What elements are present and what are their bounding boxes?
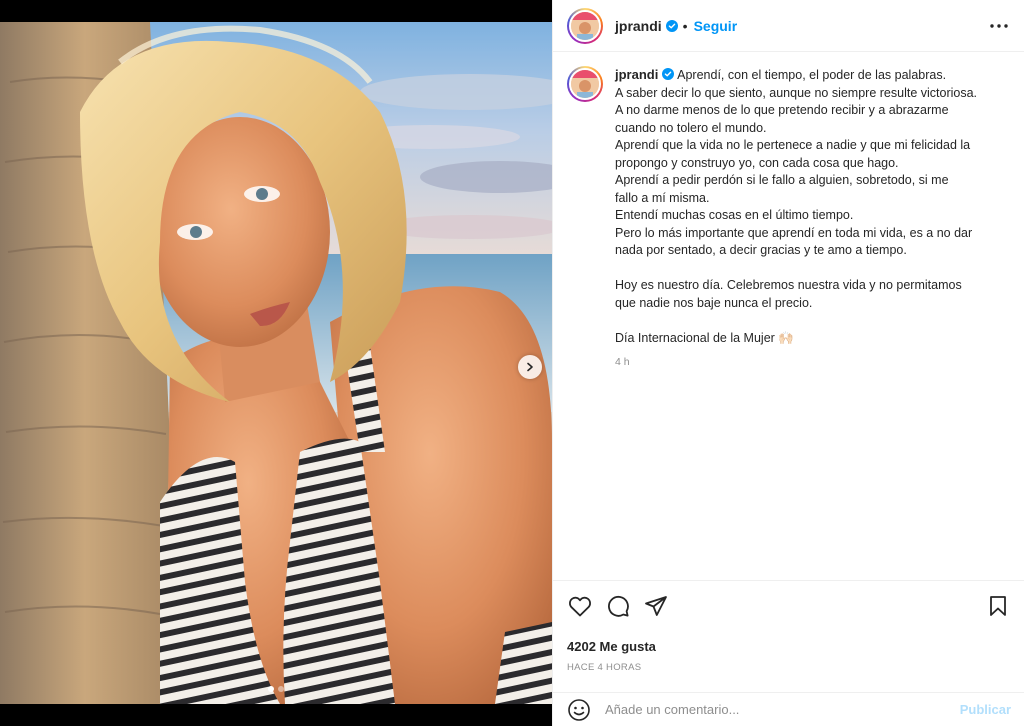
chevron-right-icon (527, 362, 533, 372)
carousel-indicator (0, 686, 552, 692)
carousel-dot-active (268, 686, 274, 692)
carousel-next-button[interactable] (518, 355, 542, 379)
avatar[interactable] (567, 7, 603, 44)
caption-line: Entendí muchas cosas en el último tiempo… (615, 208, 854, 222)
post-details-panel: jprandi • Seguir jprandi Aprendí, con el… (552, 0, 1024, 726)
likes-count[interactable]: 4202 Me gusta (567, 639, 1011, 654)
caption-line: Pero lo más importante que aprendí en to… (615, 225, 973, 240)
action-bar (567, 593, 1011, 619)
caption-username-link[interactable]: jprandi (615, 67, 658, 82)
emoji-icon (568, 698, 590, 721)
caption-line: Aprendí que la vida no le pertenece a na… (615, 138, 971, 152)
like-button[interactable] (567, 593, 593, 619)
comment-input[interactable] (605, 702, 960, 717)
caption-line: propongo y construyo yo, con cada cosa q… (615, 155, 899, 170)
caption-avatar[interactable] (567, 66, 603, 102)
caption-line: A no darme menos de lo que pretendo reci… (615, 103, 949, 117)
caption-line: nada por sentado, a decir gracias y te a… (615, 243, 907, 257)
caption-first-line: jprandi Aprendí, con el tiempo, el poder… (615, 66, 1005, 85)
caption-line: que nadie nos baje nunca el precio. (615, 295, 813, 310)
username-link[interactable]: jprandi (615, 18, 662, 34)
caption-timestamp: 4 h (615, 356, 630, 368)
caption-line: Aprendí a pedir perdón si le fallo a alg… (615, 173, 949, 187)
more-options-icon (990, 24, 1008, 28)
post-timestamp[interactable]: HACE 4 HORAS (567, 662, 1011, 673)
instagram-post-modal: jprandi • Seguir jprandi Aprendí, con el… (0, 0, 1024, 726)
post-photo[interactable] (0, 22, 552, 704)
avatar-image (569, 68, 601, 100)
carousel-dot (278, 686, 284, 692)
header-separator: • (682, 17, 688, 34)
caption-text: jprandi Aprendí, con el tiempo, el poder… (615, 66, 1005, 372)
post-caption: jprandi Aprendí, con el tiempo, el poder… (553, 52, 1024, 580)
follow-button[interactable]: Seguir (694, 18, 738, 34)
comment-icon (608, 595, 629, 617)
emoji-button[interactable] (567, 698, 591, 722)
avatar-image (569, 9, 601, 42)
save-button[interactable] (985, 593, 1011, 619)
caption-line: Aprendí, con el tiempo, el poder de las … (677, 68, 947, 82)
verified-badge-icon (665, 19, 678, 32)
caption-line: Hoy es nuestro día. Celebremos nuestra v… (615, 278, 962, 292)
more-options-button[interactable] (987, 14, 1011, 38)
caption-line: Día Internacional de la Mujer 🙌🏻 (615, 330, 794, 345)
verified-badge-icon (662, 68, 675, 80)
caption-line: cuando no tolero el mundo. (615, 120, 767, 135)
post-header: jprandi • Seguir (553, 0, 1024, 52)
share-button[interactable] (643, 593, 669, 619)
post-actions: 4202 Me gusta HACE 4 HORAS (553, 580, 1024, 673)
caption-line: fallo a mí misma. (615, 190, 710, 205)
caption-line: A saber decir lo que siento, aunque no s… (615, 85, 978, 100)
share-icon (645, 596, 667, 616)
comment-button[interactable] (605, 593, 631, 619)
publish-button[interactable]: Publicar (960, 702, 1011, 717)
comment-box: Publicar (553, 692, 1024, 726)
bookmark-icon (990, 596, 1006, 616)
post-media (0, 0, 552, 726)
heart-icon (569, 596, 591, 617)
